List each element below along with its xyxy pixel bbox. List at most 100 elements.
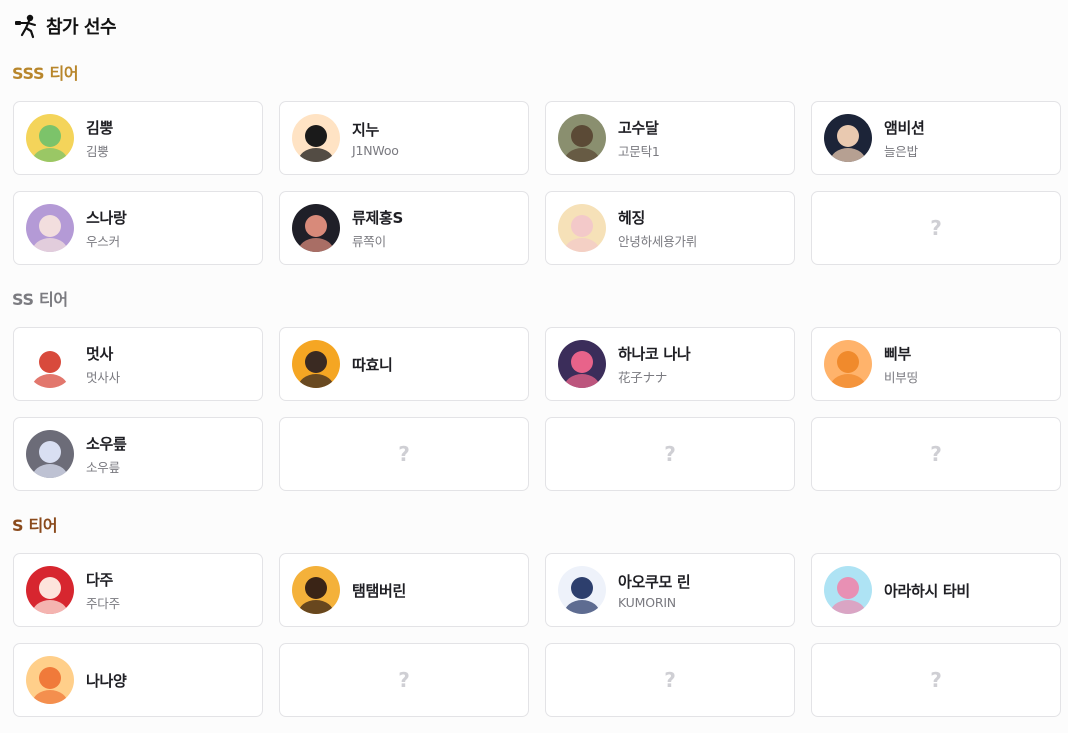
player-card[interactable]: 삐부비부띵 bbox=[811, 327, 1061, 401]
player-nickname: 늘은밥 bbox=[884, 143, 918, 159]
player-card[interactable]: 다주주다주 bbox=[13, 553, 263, 627]
player-avatar bbox=[292, 340, 340, 388]
player-info: 스나랑우스커 bbox=[86, 207, 127, 250]
tier-grid-ss: 멋사 멋사사 따효니 하나코 나나 花子ナナ 삐부 비부띵 소우릎 소우릎??? bbox=[13, 327, 1061, 491]
player-nickname: 멋사사 bbox=[86, 369, 120, 385]
player-avatar bbox=[292, 114, 340, 162]
player-name: 아라하시 타비 bbox=[884, 581, 970, 600]
player-name: 아오쿠모 린 bbox=[618, 572, 691, 591]
player-nickname: 花子ナナ bbox=[618, 369, 668, 385]
player-info: 다주주다주 bbox=[86, 569, 120, 612]
player-card[interactable]: 탬탬버린 bbox=[279, 553, 529, 627]
player-avatar bbox=[292, 204, 340, 252]
player-name: 삐부 bbox=[884, 344, 912, 363]
player-card[interactable]: 나나양 bbox=[13, 643, 263, 717]
player-info: 아라하시 타비 bbox=[884, 580, 970, 601]
player-name: 나나양 bbox=[86, 671, 127, 690]
question-mark-icon: ? bbox=[930, 216, 942, 240]
page-title: 참가 선수 bbox=[46, 17, 117, 38]
player-card[interactable]: 따효니 bbox=[279, 327, 529, 401]
player-name: 소우릎 bbox=[86, 434, 127, 453]
player-avatar bbox=[292, 566, 340, 614]
player-card[interactable]: 지누 J1NWoo bbox=[279, 101, 529, 175]
empty-player-slot[interactable]: ? bbox=[811, 417, 1061, 491]
player-avatar bbox=[558, 204, 606, 252]
player-avatar bbox=[824, 340, 872, 388]
empty-player-slot[interactable]: ? bbox=[545, 643, 795, 717]
player-info: 삐부비부띵 bbox=[884, 343, 918, 386]
player-name: 지누 bbox=[352, 120, 380, 139]
player-name: 따효니 bbox=[352, 355, 393, 374]
player-card[interactable]: 아라하시 타비 bbox=[811, 553, 1061, 627]
tier-title-s: S 티어 bbox=[12, 516, 58, 535]
player-name: 스나랑 bbox=[86, 208, 127, 227]
empty-player-slot[interactable]: ? bbox=[811, 643, 1061, 717]
player-card[interactable]: 소우릎 소우릎 bbox=[13, 417, 263, 491]
player-name: 하나코 나나 bbox=[618, 344, 691, 363]
player-name: 류제홍S bbox=[352, 208, 404, 227]
player-info: 소우릎 소우릎 bbox=[86, 433, 127, 476]
player-info: 탬탬버린 bbox=[352, 580, 406, 601]
player-nickname: 비부띵 bbox=[884, 369, 918, 385]
player-avatar bbox=[558, 566, 606, 614]
player-nickname: KUMORIN bbox=[618, 594, 676, 610]
player-card[interactable]: 헤징안녕하세용가뤼 bbox=[545, 191, 795, 265]
player-nickname: J1NWoo bbox=[352, 142, 399, 158]
tier-grid-sss: 김뿡 김뿡 지누 J1NWoo 고수달 고문탁1 앰비션 늘은밥 스나랑 우스커 류제홍S 류쪽이 헤징… bbox=[13, 101, 1061, 265]
player-avatar bbox=[558, 114, 606, 162]
empty-player-slot[interactable]: ? bbox=[811, 191, 1061, 265]
player-card[interactable]: 앰비션늘은밥 bbox=[811, 101, 1061, 175]
player-avatar bbox=[26, 566, 74, 614]
player-avatar bbox=[26, 340, 74, 388]
player-avatar bbox=[26, 114, 74, 162]
player-nickname: 우스커 bbox=[86, 233, 120, 249]
player-avatar bbox=[824, 566, 872, 614]
player-avatar bbox=[824, 114, 872, 162]
player-info: 앰비션늘은밥 bbox=[884, 117, 925, 160]
tier-grid-s: 다주주다주 탬탬버린 아오쿠모 린 KUMORIN 아라하시 타비나나양??? bbox=[13, 553, 1061, 717]
player-avatar bbox=[26, 656, 74, 704]
player-name: 멋사 bbox=[86, 344, 114, 363]
question-mark-icon: ? bbox=[664, 442, 676, 466]
player-card[interactable]: 하나코 나나 花子ナナ bbox=[545, 327, 795, 401]
question-mark-icon: ? bbox=[930, 668, 942, 692]
player-name: 다주 bbox=[86, 570, 114, 589]
player-card[interactable]: 김뿡 김뿡 bbox=[13, 101, 263, 175]
tier-title-sss: SSS 티어 bbox=[12, 64, 79, 83]
player-avatar bbox=[26, 204, 74, 252]
tier-title-ss: SS 티어 bbox=[12, 290, 68, 309]
player-card[interactable]: 류제홍S 류쪽이 bbox=[279, 191, 529, 265]
player-figure-icon bbox=[15, 14, 36, 39]
player-name: 탬탬버린 bbox=[352, 581, 407, 600]
player-name: 김뿡 bbox=[86, 118, 114, 137]
player-name: 앰비션 bbox=[884, 118, 925, 137]
question-mark-icon: ? bbox=[398, 668, 410, 692]
question-mark-icon: ? bbox=[664, 668, 676, 692]
question-mark-icon: ? bbox=[930, 442, 942, 466]
player-nickname: 주다주 bbox=[86, 595, 120, 611]
player-nickname: 소우릎 bbox=[86, 459, 120, 475]
player-card[interactable]: 고수달고문탁1 bbox=[545, 101, 795, 175]
player-nickname: 고문탁1 bbox=[618, 143, 660, 159]
player-info: 아오쿠모 린 KUMORIN bbox=[618, 571, 691, 610]
player-info: 나나양 bbox=[86, 670, 127, 691]
page-header: 참가 선수 bbox=[14, 13, 117, 39]
player-card[interactable]: 아오쿠모 린 KUMORIN bbox=[545, 553, 795, 627]
player-info: 하나코 나나 花子ナナ bbox=[618, 343, 691, 386]
player-nickname: 류쪽이 bbox=[352, 233, 386, 249]
player-info: 류제홍S 류쪽이 bbox=[352, 207, 403, 250]
player-avatar bbox=[558, 340, 606, 388]
player-name: 헤징 bbox=[618, 208, 646, 227]
empty-player-slot[interactable]: ? bbox=[279, 643, 529, 717]
empty-player-slot[interactable]: ? bbox=[545, 417, 795, 491]
player-card[interactable]: 멋사멋사사 bbox=[13, 327, 263, 401]
player-nickname: 김뿡 bbox=[86, 143, 109, 159]
player-card[interactable]: 스나랑우스커 bbox=[13, 191, 263, 265]
player-name: 고수달 bbox=[618, 118, 659, 137]
player-info: 김뿡 김뿡 bbox=[86, 117, 113, 160]
player-nickname: 안녕하세용가뤼 bbox=[618, 233, 698, 249]
player-info: 헤징안녕하세용가뤼 bbox=[618, 207, 697, 250]
player-avatar bbox=[26, 430, 74, 478]
player-info: 지누 J1NWoo bbox=[352, 119, 399, 158]
empty-player-slot[interactable]: ? bbox=[279, 417, 529, 491]
